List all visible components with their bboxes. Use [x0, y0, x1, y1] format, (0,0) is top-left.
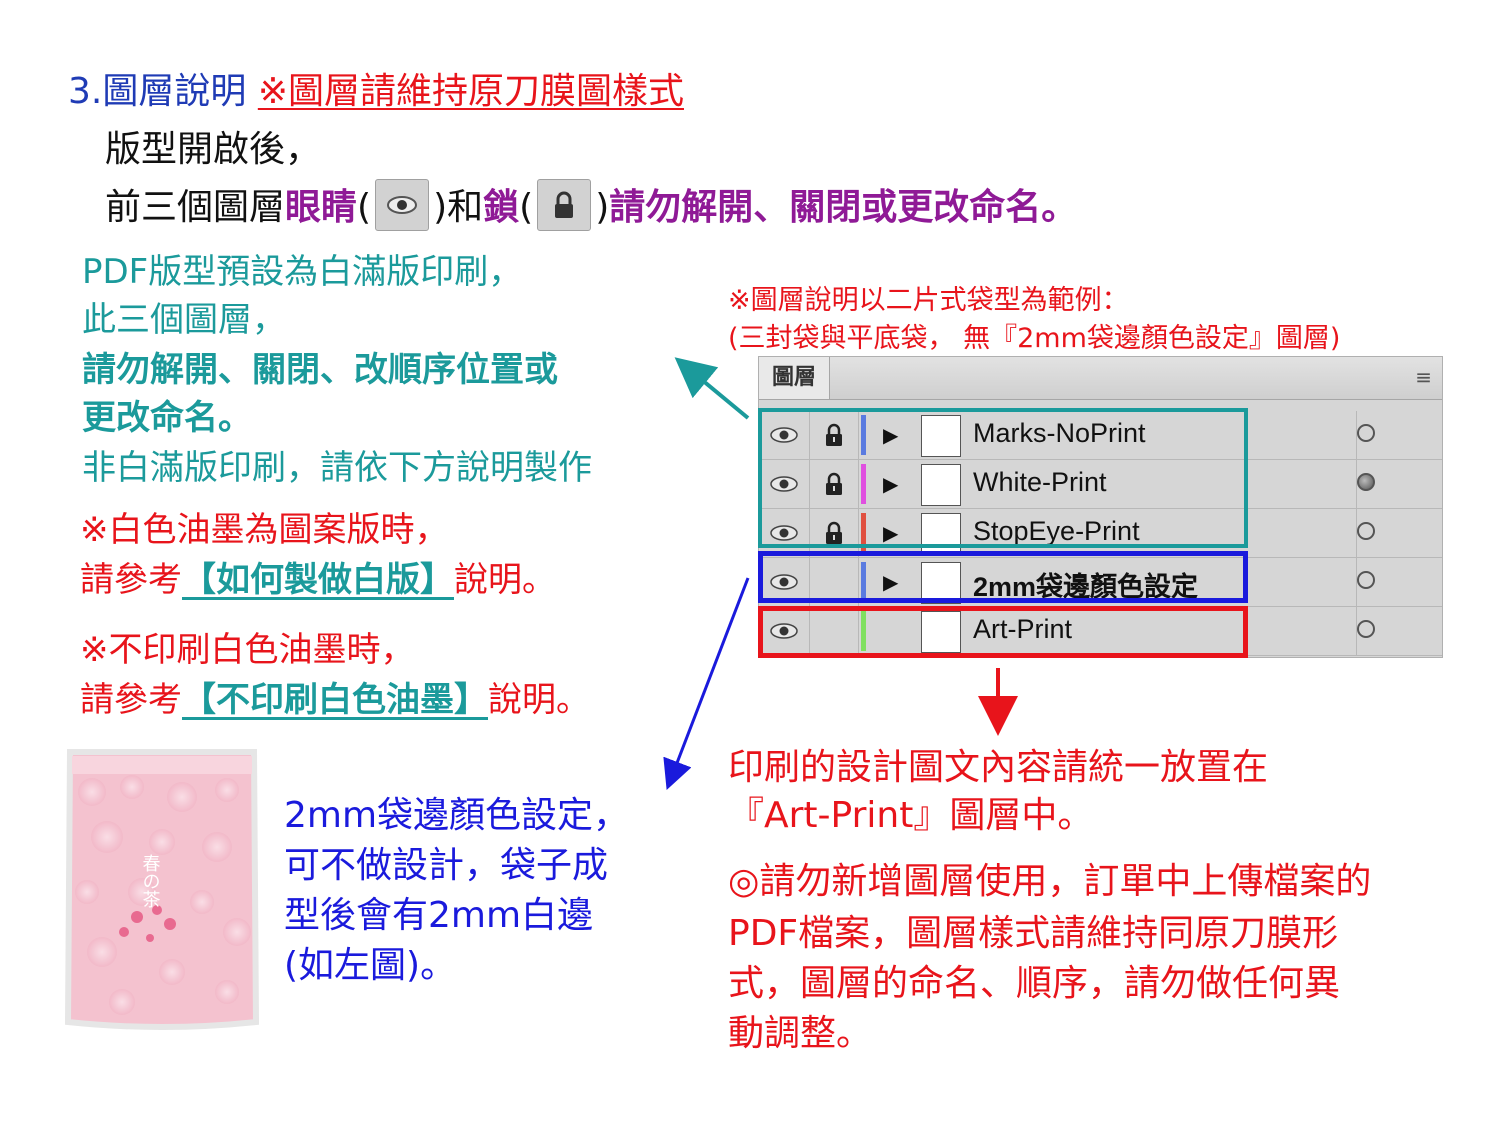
art-print-line-2: 『Art-Print』圖層中。: [728, 795, 1094, 836]
edge-note-line-2: 可不做設計，袋子成: [284, 845, 609, 886]
edge-note-line-3: 型後會有2mm白邊: [284, 895, 594, 936]
notice-line-2: PDF檔案，圖層樣式請維持同原刀膜形: [728, 913, 1339, 954]
edge-note-line-4: (如左圖)。: [284, 945, 457, 986]
notice-line-4: 動調整。: [728, 1013, 873, 1054]
notice-line-1: ◎請勿新增圖層使用，訂單中上傳檔案的: [728, 861, 1372, 902]
pouch-bag-image: 春の茶: [64, 749, 260, 1030]
art-print-line-1: 印刷的設計圖文內容請統一放置在: [728, 747, 1269, 788]
edge-note-line-1: 2mm袋邊顏色設定，: [284, 795, 630, 836]
notice-line-3: 式，圖層的命名、順序，請勿做任何異: [728, 963, 1341, 1004]
teal-arrow: [674, 357, 750, 420]
bag-label: 春の茶: [140, 854, 161, 908]
